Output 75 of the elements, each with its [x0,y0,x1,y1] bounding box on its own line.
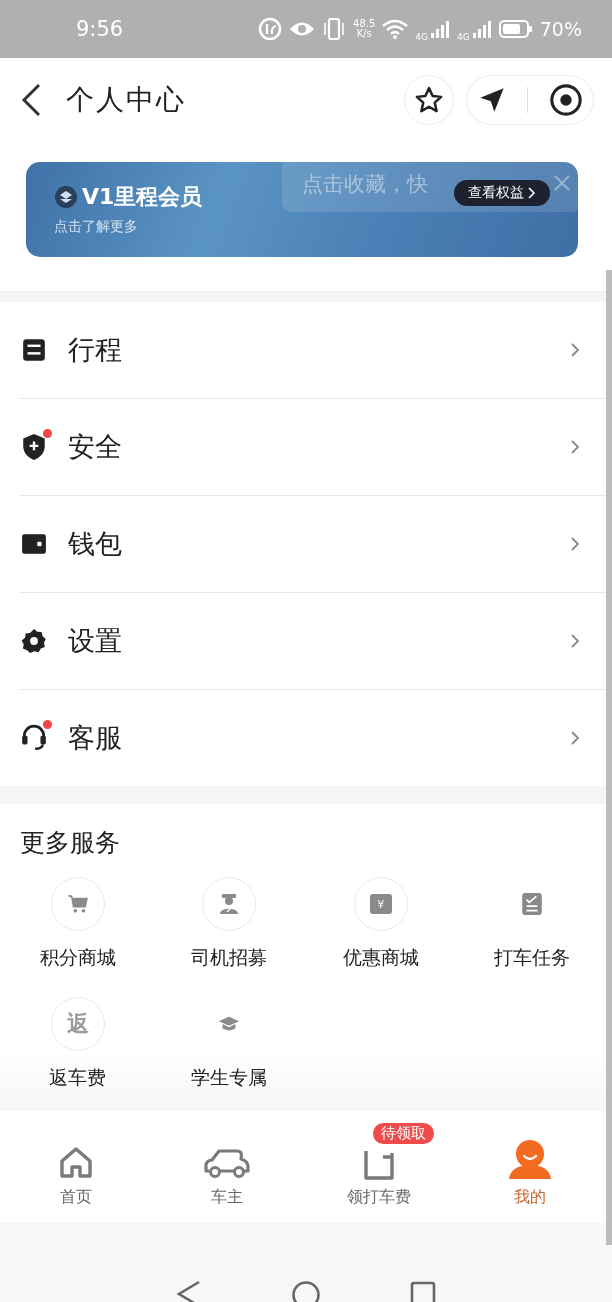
tab[interactable]: 待领取 领打车费 [303,1122,455,1212]
network-label: 4G [457,32,470,42]
tab[interactable]: 我的 [454,1122,606,1212]
tab-label: 车主 [211,1186,244,1208]
network-label: 4G [415,32,429,42]
favorite-button[interactable] [404,75,454,125]
checklist-icon [521,892,544,916]
menu-row[interactable]: 行程 [20,302,606,399]
tab-label: 我的 [514,1186,547,1208]
target-icon[interactable] [548,83,583,117]
menu-row[interactable]: 设置 [20,593,606,690]
tooltip-text: 点击收藏，快 [302,171,428,198]
pending-badge: 待领取 [372,1122,434,1144]
view-benefits-button[interactable]: 查看权益 [454,180,550,206]
tab[interactable]: 首页 [0,1122,152,1212]
speed-unit: K/s [355,29,373,39]
service-item[interactable]: 司机招募 [153,877,305,971]
wifi-icon [382,19,409,39]
service-label: 司机招募 [191,945,268,970]
chevron-right-icon [570,342,580,358]
signal-icon [430,19,451,39]
chevron-right-icon [570,730,580,746]
service-label: 打车任务 [494,945,571,970]
eye-icon [289,20,316,38]
shield-icon [21,433,47,461]
chevron-right-icon [570,439,580,455]
membership-subtitle: 点击了解更多 [54,218,139,236]
recents-nav-icon[interactable] [409,1280,437,1302]
vibrate-icon [322,18,347,40]
driver-icon [219,893,240,915]
chevron-right-icon [528,187,536,199]
speed-value: 48.5 [353,19,376,29]
service-item[interactable]: 积分商城 [2,877,154,971]
capsule-menu[interactable] [466,75,594,125]
service-item[interactable]: 打车任务 [456,877,608,971]
coupon-icon: ¥ [369,894,392,914]
battery-percent: 70% [539,18,582,40]
service-item[interactable]: 学生专属 [153,997,305,1091]
service-item[interactable]: ¥ 优惠商城 [305,877,457,971]
service-label: 返车费 [49,1065,107,1090]
star-icon[interactable] [414,85,444,115]
scrollbar[interactable] [606,270,612,1245]
menu-label: 安全 [68,430,123,464]
graduation-cap-icon [218,1015,241,1033]
service-label: 学生专属 [191,1065,268,1090]
menu-row[interactable]: 客服 [20,690,606,786]
tab-label: 首页 [59,1186,92,1208]
menu-label: 钱包 [68,527,123,561]
back-icon[interactable] [20,83,42,117]
chevron-right-icon [570,536,580,552]
document-icon [21,337,47,363]
service-label: 积分商城 [39,945,116,970]
tab-label: 领打车费 [346,1186,411,1208]
section-title: 更多服务 [20,827,121,859]
rebate-icon: 返 [66,1009,89,1039]
battery-icon [498,19,533,39]
chevron-right-icon [570,633,580,649]
tab[interactable]: 车主 [151,1122,303,1212]
menu-row[interactable]: 安全 [20,399,606,496]
menu-label: 客服 [68,721,123,755]
menu-label: 行程 [68,333,123,367]
gear-icon [21,628,47,654]
page-title: 个人中心 [66,82,187,118]
signal-icon [471,19,492,39]
menu-row[interactable]: 钱包 [20,496,606,593]
clock: 9:56 [76,17,124,41]
badge-logo-icon [54,185,78,209]
headset-icon [21,724,47,752]
service-label: 优惠商城 [342,945,419,970]
membership-title: V1里程会员 [82,183,203,211]
home-nav-icon[interactable] [291,1280,321,1302]
menu-label: 设置 [68,624,123,658]
service-item[interactable]: 返 返车费 [2,997,154,1091]
cart-icon [66,894,89,914]
wallet-icon [21,532,47,556]
